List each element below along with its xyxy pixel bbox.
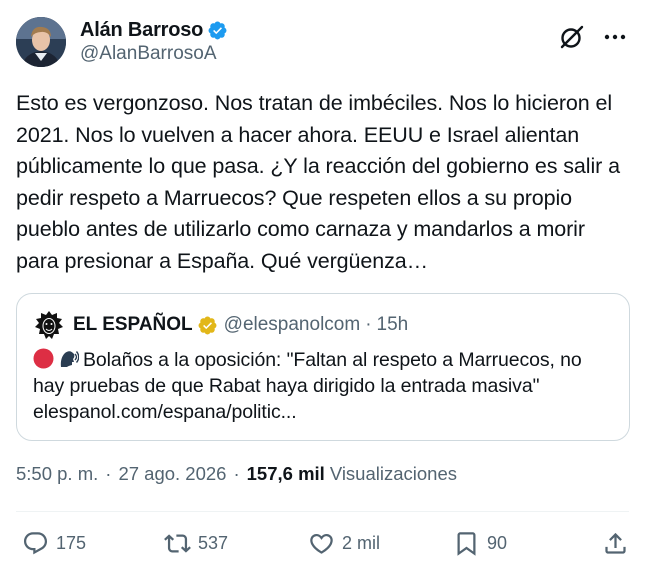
share-icon	[605, 532, 626, 554]
quoted-tweet-text: Bolaños a la oposición: "Faltan al respe…	[33, 349, 582, 397]
retweet-count: 537	[198, 532, 229, 553]
heart-icon	[310, 533, 333, 554]
quoted-tweet[interactable]: EL ESPAÑOL @elespanolcom · 15h Bolaños a…	[16, 293, 630, 441]
speaking-head-icon	[60, 351, 79, 367]
retweet-button[interactable]: 537	[164, 530, 228, 557]
quoted-tweet-link[interactable]: elespanol.com/espana/politic...	[33, 401, 297, 423]
author-avatar[interactable]	[16, 17, 66, 67]
views-label: Visualizaciones	[329, 463, 457, 484]
verified-badge-icon	[208, 21, 227, 40]
tweet-text: Esto es vergonzoso. Nos tratan de imbéci…	[16, 91, 620, 273]
divider	[16, 511, 629, 512]
views-count: 157,6 mil	[246, 463, 325, 484]
quoted-author-handle[interactable]: @elespanolcom	[224, 314, 361, 336]
more-icon[interactable]	[601, 24, 629, 50]
bookmark-count: 90	[487, 532, 508, 553]
like-count: 2 mil	[342, 532, 381, 553]
lion-logo-avatar[interactable]	[33, 309, 65, 341]
grok-icon[interactable]	[557, 22, 587, 52]
action-bar: 175 537 2 mil 90	[16, 526, 629, 560]
quoted-tweet-body: Bolaños a la oposición: "Faltan al respe…	[33, 347, 615, 425]
author-handle[interactable]: @AlanBarrosoA	[80, 43, 228, 65]
like-button[interactable]: 2 mil	[308, 530, 380, 557]
verified-gold-badge-icon	[198, 316, 217, 334]
quoted-separator: ·	[365, 314, 372, 335]
author-name[interactable]: Alán Barroso	[80, 19, 203, 42]
reply-count: 175	[56, 532, 87, 553]
quoted-author-name[interactable]: EL ESPAÑOL	[73, 314, 193, 336]
reply-icon	[23, 531, 48, 554]
tweet-header: Alán Barroso @AlanBarrosoA	[16, 16, 629, 68]
tweet-time[interactable]: 5:50 p. m.	[16, 463, 98, 485]
author-names: Alán Barroso @AlanBarrosoA	[80, 19, 228, 65]
reply-button[interactable]: 175	[22, 530, 86, 557]
bookmark-icon	[457, 531, 476, 556]
share-button[interactable]	[602, 530, 629, 557]
bookmark-button[interactable]: 90	[453, 530, 507, 557]
meta-separator: ·	[233, 463, 240, 484]
red-circle-icon	[33, 348, 54, 369]
tweet-meta: 5:50 p. m. · 27 ago. 2026 · 157,6 mil Vi…	[16, 463, 457, 485]
quoted-timestamp[interactable]: 15h	[377, 314, 409, 336]
quoted-tweet-header: EL ESPAÑOL @elespanolcom · 15h	[33, 308, 615, 342]
meta-separator: ·	[105, 463, 112, 484]
retweet-icon	[164, 533, 191, 553]
tweet-date[interactable]: 27 ago. 2026	[118, 463, 226, 485]
